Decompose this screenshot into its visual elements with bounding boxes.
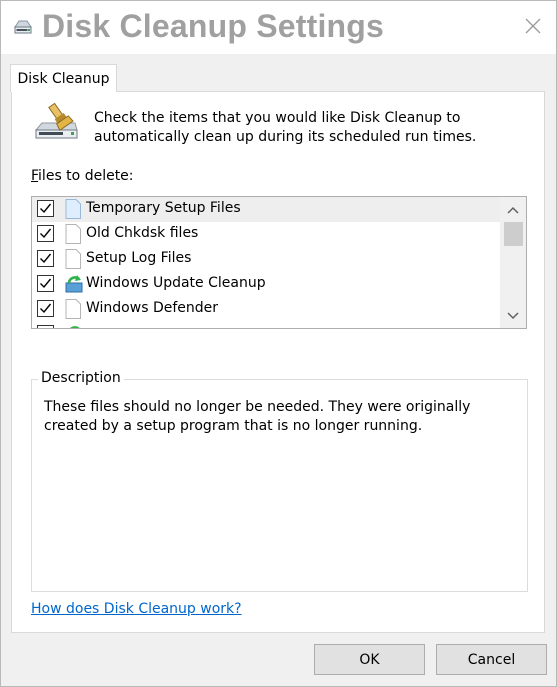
list-item[interactable]: Windows Update Cleanup [32, 272, 500, 297]
item-checkbox[interactable] [37, 225, 54, 242]
windows-update-icon [65, 324, 81, 328]
chevron-down-icon [507, 311, 519, 319]
window-title: Disk Cleanup Settings [42, 8, 385, 44]
files-label-rest: iles to delete: [38, 168, 134, 184]
files-to-delete-list[interactable]: Temporary Setup Files Old Chkdsk files S… [31, 196, 527, 329]
blank-file-icon [65, 299, 81, 319]
tab-panel: Check the items that you would like Disk… [11, 91, 545, 633]
drive-icon [13, 18, 33, 38]
item-checkbox[interactable] [37, 250, 54, 267]
title-bar: Disk Cleanup Settings [1, 1, 556, 54]
description-text: These files should no longer be needed. … [44, 399, 471, 434]
intro-text: Check the items that you would like Disk… [94, 110, 477, 145]
chevron-up-icon [507, 206, 519, 214]
cancel-button[interactable]: Cancel [436, 644, 547, 675]
scroll-up-button[interactable] [500, 197, 526, 222]
checkmark-icon [40, 228, 52, 239]
disk-cleanup-settings-window: Disk Cleanup Settings Disk Cleanup Check… [0, 0, 557, 687]
item-checkbox[interactable] [37, 300, 54, 317]
close-button[interactable] [510, 1, 556, 54]
checkmark-icon [40, 303, 52, 314]
scroll-down-button[interactable] [500, 303, 526, 328]
list-item[interactable]: Setup Log Files [32, 247, 500, 272]
item-checkbox[interactable] [37, 200, 54, 217]
item-label: Old Chkdsk files [86, 225, 199, 241]
list-item[interactable]: Temporary Setup Files [32, 197, 500, 222]
item-label: Temporary Setup Files [86, 200, 241, 216]
list-item[interactable]: Windows Defender [32, 297, 500, 322]
tab-label: Disk Cleanup [17, 70, 110, 87]
close-icon [524, 17, 542, 39]
checkmark-icon [40, 278, 52, 289]
files-label-accelerator: F [31, 168, 39, 184]
help-link[interactable]: How does Disk Cleanup work? [31, 601, 242, 617]
blank-file-icon [65, 224, 81, 244]
ok-button[interactable]: OK [314, 644, 425, 675]
blank-file-icon [65, 249, 81, 269]
disk-cleanup-icon [33, 101, 79, 141]
files-to-delete-label: Files to delete: [31, 168, 134, 184]
item-label: Windows Update Cleanup [86, 275, 266, 291]
description-legend: Description [38, 370, 124, 386]
scroll-thumb[interactable] [504, 222, 523, 246]
item-checkbox[interactable] [37, 275, 54, 292]
list-item[interactable]: Old Chkdsk files [32, 222, 500, 247]
windows-update-icon [65, 274, 83, 294]
checkmark-icon [40, 253, 52, 264]
checkmark-icon [40, 203, 52, 214]
vertical-scrollbar[interactable] [500, 197, 526, 328]
item-checkbox[interactable] [37, 325, 54, 328]
list-item-partial[interactable] [32, 322, 500, 328]
blank-file-icon [65, 199, 81, 219]
item-label: Windows Defender [86, 300, 219, 316]
tab-disk-cleanup[interactable]: Disk Cleanup [10, 64, 117, 92]
description-group: Description These files should no longer… [31, 370, 528, 592]
item-label: Setup Log Files [86, 250, 192, 266]
